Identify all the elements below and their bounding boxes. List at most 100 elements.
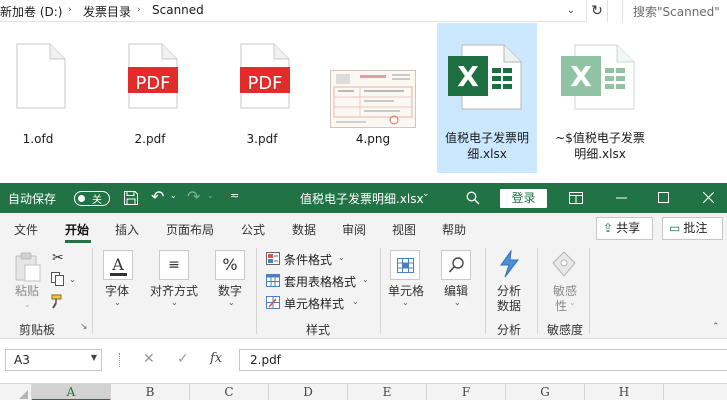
ribbon-display-options-icon[interactable]	[569, 192, 583, 204]
file-item-1-ofd[interactable]: 1.ofd	[0, 23, 93, 173]
title-dropdown-icon[interactable]: ⌄	[422, 189, 430, 199]
cells-dropdown-icon[interactable]: ⌄	[402, 298, 409, 307]
sensitivity-label-line2[interactable]: 性	[555, 297, 567, 314]
column-header-h[interactable]: H	[585, 384, 664, 400]
copy-icon[interactable]	[51, 272, 65, 286]
redo-dropdown-icon[interactable]: ⌄	[207, 191, 214, 200]
cut-icon[interactable]: ✂	[52, 250, 64, 266]
analyze-data-label-line2[interactable]: 数据	[497, 297, 521, 314]
document-title[interactable]: 值税电子发票明细.xlsx	[300, 190, 424, 207]
editing-label[interactable]: 编辑	[444, 282, 468, 299]
search-icon[interactable]	[466, 191, 480, 205]
format-as-table-button[interactable]: 套用表格格式 ⌄	[266, 272, 376, 290]
minimize-icon[interactable]	[616, 197, 627, 199]
login-button[interactable]: 登录	[500, 189, 547, 208]
excel-file-icon: X	[448, 44, 522, 110]
editing-icon[interactable]	[441, 250, 471, 280]
breadcrumb-drive[interactable]: 新加卷 (D:)	[0, 3, 62, 20]
cells-label[interactable]: 单元格	[388, 282, 424, 299]
tab-insert[interactable]: 插入	[115, 221, 139, 238]
insert-function-icon[interactable]: fx	[210, 351, 222, 366]
comment-icon: ▭	[669, 221, 681, 235]
paste-icon[interactable]	[14, 252, 42, 282]
formula-input[interactable]: 2.pdf	[239, 349, 727, 371]
alignment-dropdown-icon[interactable]: ⌄	[171, 298, 178, 307]
number-label[interactable]: 数字	[218, 282, 242, 299]
breadcrumb-chevron-icon[interactable]: ›	[68, 5, 72, 15]
breadcrumb-chevron-icon[interactable]: ›	[137, 5, 141, 15]
clipboard-launcher-icon[interactable]: ↘	[80, 322, 88, 332]
search-input[interactable]: 搜索"Scanned"	[622, 0, 727, 22]
cancel-entry-icon[interactable]: ✕	[143, 351, 155, 367]
copy-dropdown-icon[interactable]: ⌄	[69, 275, 76, 284]
refresh-icon: ↻	[591, 3, 603, 19]
save-icon[interactable]	[123, 190, 139, 206]
paste-dropdown-icon[interactable]: ⌄	[24, 300, 31, 309]
cells-icon[interactable]	[390, 250, 420, 280]
tab-page-layout[interactable]: 页面布局	[166, 221, 214, 238]
undo-icon[interactable]: ↶	[151, 187, 164, 206]
collapse-ribbon-icon[interactable]: ⌃	[712, 322, 720, 332]
name-box[interactable]: A3 ▼	[5, 349, 102, 371]
breadcrumb-folder-invoices[interactable]: 发票目录	[83, 3, 131, 20]
file-item-3-pdf[interactable]: PDF 3.pdf	[207, 23, 317, 173]
share-label: 共享	[616, 221, 641, 235]
column-header-partial[interactable]	[664, 384, 727, 400]
undo-dropdown-icon[interactable]: ⌄	[170, 191, 177, 200]
paste-label[interactable]: 粘贴	[15, 282, 39, 299]
number-dropdown-icon[interactable]: ⌄	[228, 298, 235, 307]
tab-help[interactable]: 帮助	[442, 221, 466, 238]
tab-view[interactable]: 视图	[392, 221, 416, 238]
enter-entry-icon[interactable]: ✓	[177, 351, 189, 367]
format-as-table-label: 套用表格格式	[284, 275, 357, 289]
conditional-formatting-button[interactable]: 条件格式 ⌄	[266, 250, 376, 268]
file-item-4-png[interactable]: 4.png	[318, 23, 428, 173]
cell-styles-icon	[266, 296, 280, 309]
redo-icon[interactable]: ↷	[187, 187, 200, 206]
select-all-button[interactable]	[0, 384, 32, 400]
name-box-value: A3	[14, 353, 30, 367]
sensitivity-dropdown-icon[interactable]: ⌄	[569, 298, 576, 307]
format-painter-icon[interactable]	[51, 294, 66, 309]
tab-review[interactable]: 审阅	[342, 221, 366, 238]
alignment-label[interactable]: 对齐方式	[150, 282, 198, 299]
maximize-icon[interactable]	[658, 192, 669, 203]
sensitivity-icon[interactable]	[551, 250, 577, 278]
column-header-a[interactable]: A	[32, 384, 111, 400]
file-item-xlsx-temp[interactable]: X ~$值税电子发票 明细.xlsx	[545, 23, 655, 173]
column-header-f[interactable]: F	[427, 384, 506, 400]
column-header-d[interactable]: D	[269, 384, 348, 400]
font-dropdown-icon[interactable]: ⌄	[114, 298, 121, 307]
percent-icon[interactable]: %	[215, 250, 245, 280]
column-header-g[interactable]: G	[506, 384, 585, 400]
formula-bar-splitter[interactable]	[119, 353, 122, 367]
file-item-2-pdf[interactable]: PDF 2.pdf	[95, 23, 205, 173]
tab-formulas[interactable]: 公式	[241, 221, 265, 238]
comments-button[interactable]: ▭ 批注	[662, 217, 723, 240]
column-header-c[interactable]: C	[190, 384, 269, 400]
breadcrumb-folder-scanned[interactable]: Scanned	[152, 3, 204, 17]
file-item-xlsx-selected[interactable]: X 值税电子发票明 细.xlsx	[437, 23, 537, 173]
refresh-button[interactable]: ↻	[586, 0, 608, 22]
column-header-b[interactable]: B	[111, 384, 190, 400]
tab-home[interactable]: 开始	[65, 221, 89, 238]
close-icon[interactable]	[703, 192, 714, 203]
column-header-e[interactable]: E	[348, 384, 427, 400]
analyze-data-icon[interactable]	[497, 250, 521, 278]
tab-data[interactable]: 数据	[292, 221, 316, 238]
alignment-icon[interactable]: ≡	[159, 250, 189, 280]
address-dropdown-icon[interactable]: ⌄	[562, 2, 580, 20]
font-label[interactable]: 字体	[105, 282, 129, 299]
breadcrumb[interactable]: 新加卷 (D:) › 发票目录 › Scanned ⌄	[0, 0, 586, 22]
name-box-dropdown-icon[interactable]: ▼	[91, 353, 97, 362]
file-name: 1.ofd	[22, 132, 54, 146]
file-name: 3.pdf	[246, 132, 278, 146]
customize-toolbar-icon[interactable]: ≂	[230, 189, 239, 202]
editing-dropdown-icon[interactable]: ⌄	[454, 298, 461, 307]
font-icon[interactable]: A	[103, 250, 133, 280]
tab-file[interactable]: 文件	[14, 221, 38, 238]
share-button[interactable]: ⇪ 共享	[596, 217, 653, 240]
autosave-toggle[interactable]: 关	[74, 191, 110, 206]
cell-styles-button[interactable]: 单元格样式 ⌄	[266, 294, 376, 312]
formula-bar: A3 ▼ ✕ ✓ fx 2.pdf	[0, 339, 727, 383]
